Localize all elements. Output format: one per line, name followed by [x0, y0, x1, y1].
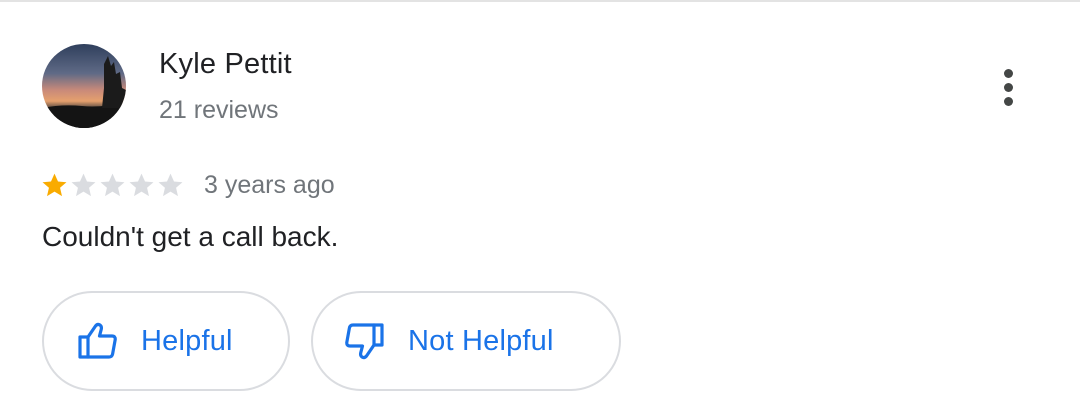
top-divider: [0, 0, 1080, 2]
more-vert-icon: [1003, 68, 1013, 78]
not-helpful-label: Not Helpful: [408, 324, 554, 357]
star-empty-icon: [129, 173, 154, 196]
review-count: 21 reviews: [159, 96, 279, 124]
star-empty-icon: [158, 173, 183, 196]
not-helpful-button[interactable]: Not Helpful: [311, 291, 621, 391]
star-empty-icon: [100, 173, 125, 196]
rating-row: 3 years ago: [40, 168, 335, 202]
star-empty-icon: [71, 173, 96, 196]
more-options-button[interactable]: [986, 64, 1030, 110]
review-age: 3 years ago: [204, 170, 335, 199]
reviewer-name[interactable]: Kyle Pettit: [159, 48, 292, 81]
more-vert-icon-dot: [1003, 82, 1013, 92]
more-vert-icon-dot: [1003, 96, 1013, 106]
avatar-image: [42, 44, 126, 128]
star-rating: [40, 171, 185, 200]
helpful-button[interactable]: Helpful: [42, 291, 290, 391]
thumb-down-icon: [343, 322, 385, 360]
star-filled-icon: [42, 173, 67, 196]
review-text: Couldn't get a call back.: [42, 221, 339, 252]
thumb-up-icon: [77, 322, 119, 360]
avatar[interactable]: [42, 44, 126, 128]
helpful-label: Helpful: [141, 324, 233, 357]
